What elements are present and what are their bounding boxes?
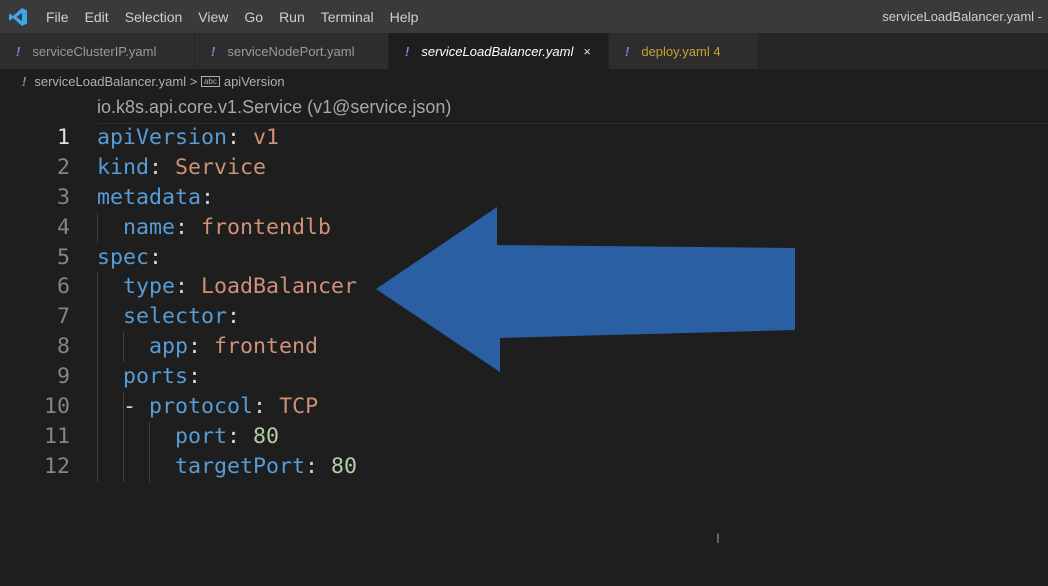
text-cursor-icon: I — [716, 530, 720, 546]
arrow-shape — [376, 207, 795, 372]
annotation-arrow — [376, 207, 795, 372]
